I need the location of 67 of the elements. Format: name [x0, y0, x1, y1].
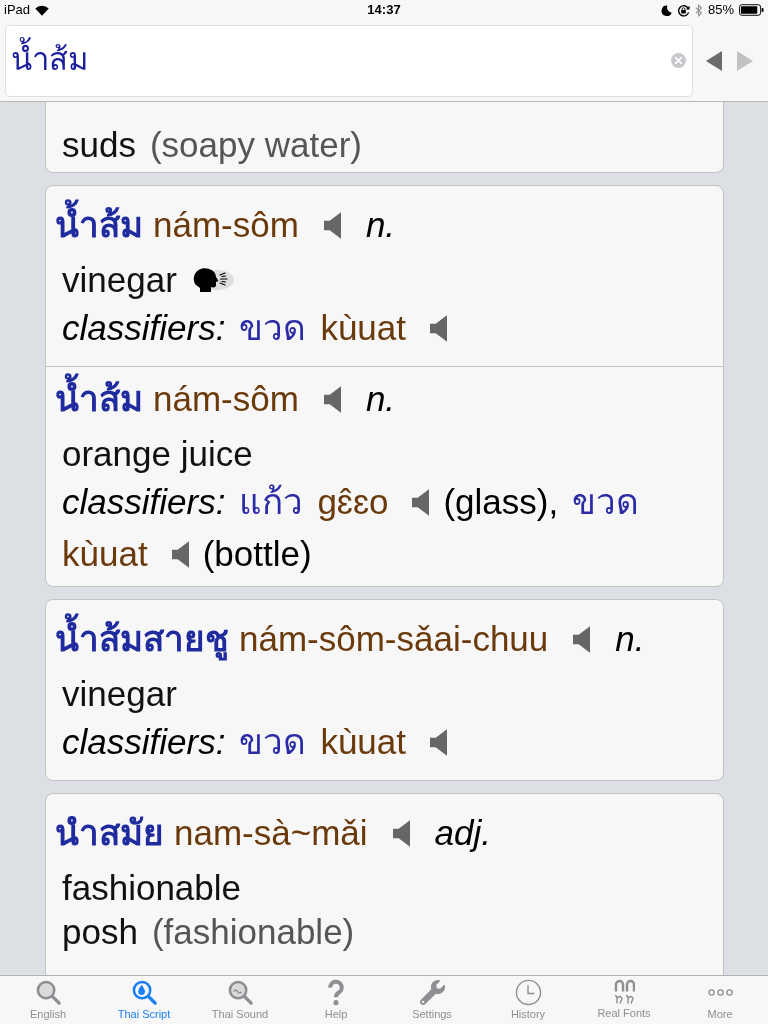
classifiers-label: classifiers: — [62, 481, 226, 523]
search-icon — [226, 979, 254, 1006]
clock-time: 14:37 — [367, 1, 401, 20]
rotation-lock-icon — [676, 3, 690, 17]
classifier-thai: ขวด — [239, 721, 307, 763]
part-of-speech: n. — [615, 617, 645, 660]
tab-bar-item[interactable]: History — [480, 976, 576, 1024]
classifier-thai: แก้ว — [239, 481, 304, 523]
tab-bar-item[interactable]: Settings — [384, 976, 480, 1024]
part-of-speech: n. — [365, 203, 396, 246]
classifier-note: (bottle) — [202, 533, 312, 575]
classifier-romanization: gɛ̂ɛo — [317, 481, 389, 523]
more-icon — [707, 989, 733, 996]
back-arrow-icon[interactable] — [706, 50, 722, 71]
headword-thai: น้ำส้มสายชู — [55, 612, 229, 666]
part-of-speech: n. — [365, 377, 396, 420]
search-icon — [130, 979, 158, 1006]
battery-icon — [739, 4, 764, 16]
bluetooth-icon — [694, 3, 703, 17]
speaker-icon[interactable] — [430, 728, 447, 756]
speaker-icon[interactable] — [323, 211, 341, 239]
battery-percentage: 85% — [707, 1, 734, 20]
definition-note: (soapy water) — [149, 123, 362, 166]
speaker-icon[interactable] — [412, 488, 430, 516]
classifiers-label: classifiers: — [62, 721, 226, 763]
speaker-icon[interactable] — [573, 625, 591, 653]
headword-thai: นำสมัย — [55, 811, 164, 854]
tab-bar-item[interactable]: Real Fonts — [576, 976, 672, 1024]
clock-icon — [514, 979, 542, 1006]
definition-text: fashionable — [62, 866, 242, 909]
part-of-speech: adj. — [434, 811, 491, 854]
definition-note: (fashionable) — [151, 910, 355, 953]
classifier-note: (glass), — [443, 481, 559, 523]
definition-text: suds — [62, 123, 136, 166]
definition-text: vinegar — [62, 258, 177, 301]
classifier-thai: ขวด — [572, 481, 640, 523]
headword-thai: น้ำส้ม — [55, 372, 143, 426]
search-icon — [34, 979, 62, 1006]
font-glyphs-icon — [613, 979, 635, 1005]
tab-bar-item[interactable]: Help — [288, 976, 384, 1024]
tab-bar-item[interactable]: More — [672, 976, 768, 1024]
definition-text: posh — [62, 910, 138, 953]
wifi-icon — [35, 4, 50, 16]
search-field[interactable]: น้ำส้ม — [5, 24, 693, 97]
headword-thai: น้ำส้ม — [55, 198, 143, 252]
headword-romanization: nam-sà~mǎi — [174, 811, 368, 854]
moon-icon — [660, 4, 672, 16]
classifier-romanization: kùuat — [320, 307, 406, 349]
help-icon — [326, 979, 346, 1006]
speaker-icon[interactable] — [323, 385, 341, 413]
speaker-icon[interactable] — [392, 819, 410, 847]
classifiers-label: classifiers: — [62, 307, 226, 349]
tab-bar-item[interactable]: Thai Script — [96, 976, 192, 1024]
speaker-icon[interactable] — [171, 540, 189, 568]
definition-text: vinegar — [62, 672, 177, 715]
classifier-romanization: kùuat — [62, 533, 148, 575]
definition-text: orange juice — [62, 432, 253, 475]
classifier-thai: ขวด — [239, 307, 307, 349]
tab-bar-item[interactable]: Thai Sound — [192, 976, 288, 1024]
tab-bar-item[interactable]: English — [0, 976, 96, 1024]
headword-romanization: nám-sôm — [153, 377, 299, 420]
headword-romanization: nám-sôm — [153, 203, 299, 246]
speaker-icon[interactable] — [430, 314, 447, 342]
headword-romanization: nám-sôm-sǎai-chuu — [239, 617, 549, 660]
carrier-label: iPad — [4, 1, 31, 20]
wrench-icon — [419, 980, 445, 1005]
classifier-romanization: kùuat — [320, 721, 406, 763]
